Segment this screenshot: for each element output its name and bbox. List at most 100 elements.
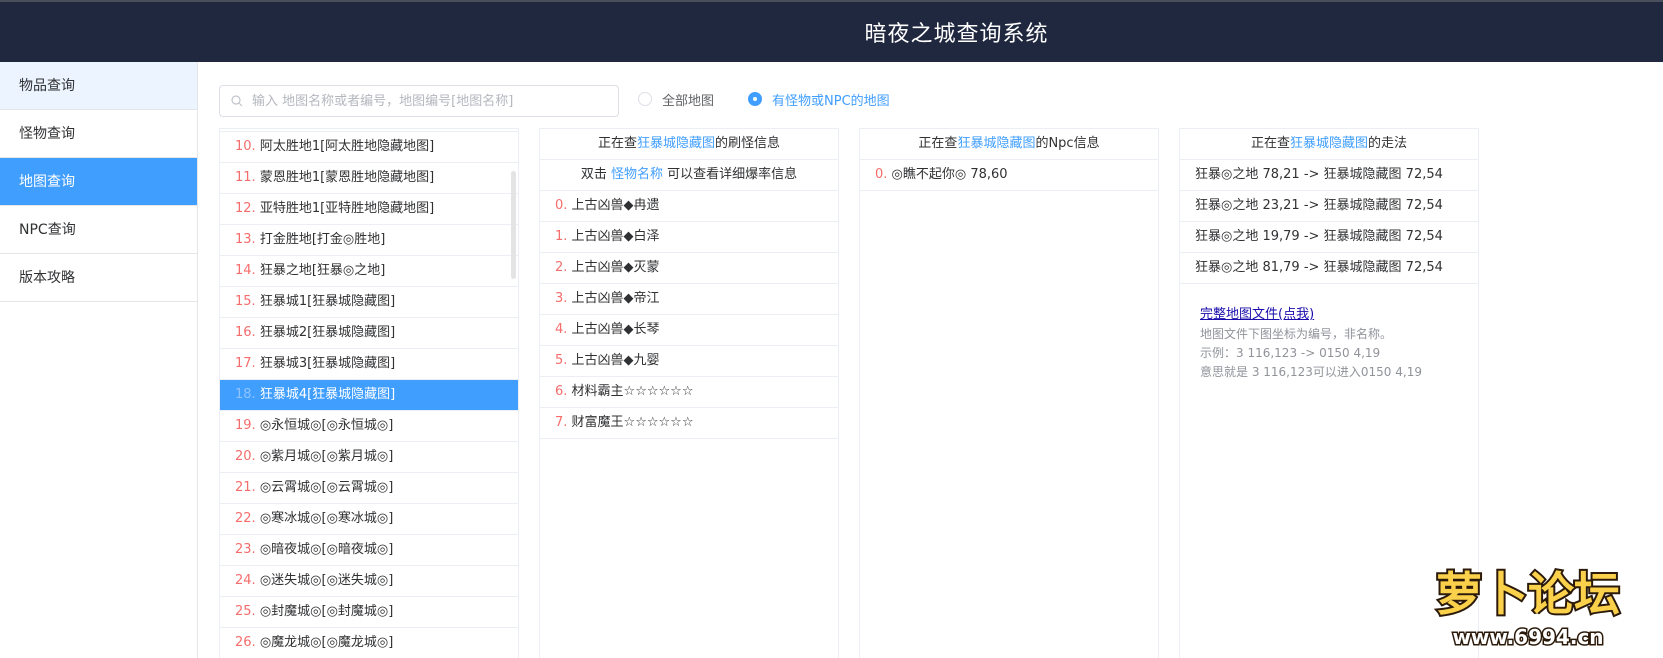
row-name: 狂暴城1[狂暴城隐藏图] xyxy=(259,294,396,309)
route-row: 狂暴◎之地 19,79 -> 狂暴城隐藏图 72,54 xyxy=(1180,222,1478,253)
map-list-item[interactable]: 19. ◎永恒城◎[◎永恒城◎] xyxy=(220,411,518,442)
radio-maps-with-monsters-npc-label: 有怪物或NPC的地图 xyxy=(772,93,890,109)
row-name: ◎云霄城◎[◎云霄城◎] xyxy=(259,480,394,495)
npc-info-panel: 正在查狂暴城隐藏图的Npc信息 0. ◎瞧不起你◎ 78,60 xyxy=(859,128,1159,658)
forum-watermark-logo: 萝卜论坛 www.6994.cn xyxy=(1408,552,1648,652)
search-icon xyxy=(231,95,243,107)
row-name: 上古凶兽◆长琴 xyxy=(571,322,660,337)
row-index-dot: . xyxy=(563,415,572,430)
sidebar-item-item-query[interactable]: 物品查询 xyxy=(0,62,197,110)
map-list-item[interactable]: 13. 打金胜地[打金◎胜地] xyxy=(220,225,518,256)
radio-all-maps-label: 全部地图 xyxy=(662,93,715,109)
map-list-item[interactable]: 25. ◎封魔城◎[◎封魔城◎] xyxy=(220,597,518,628)
svg-text:www.6994.cn: www.6994.cn xyxy=(1452,625,1603,649)
monster-row[interactable]: 0. 上古凶兽◆冉遗 xyxy=(540,191,838,222)
map-list-item[interactable]: 24. ◎迷失城◎[◎迷失城◎] xyxy=(220,566,518,597)
route-row: 狂暴◎之地 23,21 -> 狂暴城隐藏图 72,54 xyxy=(1180,191,1478,222)
sidebar-item-npc-query[interactable]: NPC查询 xyxy=(0,206,197,254)
row-index-number: 24 xyxy=(235,573,252,588)
row-index-number: 19 xyxy=(235,418,252,433)
route-row: 狂暴◎之地 78,21 -> 狂暴城隐藏图 72,54 xyxy=(1180,160,1478,191)
npc-panel-map-name: 狂暴城隐藏图 xyxy=(957,136,1036,151)
monster-row[interactable]: 4. 上古凶兽◆长琴 xyxy=(540,315,838,346)
row-name: 财富魔王☆☆☆☆☆☆ xyxy=(571,415,694,430)
monster-row[interactable]: 3. 上古凶兽◆帝江 xyxy=(540,284,838,315)
map-list-item[interactable]: 12. 亚特胜地1[亚特胜地隐藏地图] xyxy=(220,194,518,225)
row-name: 打金胜地[打金◎胜地] xyxy=(259,232,386,247)
npc-row[interactable]: 0. ◎瞧不起你◎ 78,60 xyxy=(860,160,1158,191)
map-list: 10. 阿太胜地1[阿太胜地隐藏地图] 11. 蒙恩胜地1[蒙恩胜地隐藏地图] 12… xyxy=(219,128,519,658)
row-name: ◎魔龙城◎[◎魔龙城◎] xyxy=(259,635,394,650)
route-row: 狂暴◎之地 81,79 -> 狂暴城隐藏图 72,54 xyxy=(1180,253,1478,284)
row-index-dot: . xyxy=(563,291,572,306)
map-list-item[interactable]: 17. 狂暴城3[狂暴城隐藏图] xyxy=(220,349,518,380)
map-list-item[interactable]: 22. ◎寒冰城◎[◎寒冰城◎] xyxy=(220,504,518,535)
monster-panel-hint: 双击 怪物名称 可以查看详细爆率信息 xyxy=(540,160,838,191)
row-index-dot: . xyxy=(251,170,260,185)
row-name: ◎寒冰城◎[◎寒冰城◎] xyxy=(259,511,394,526)
map-list-item[interactable]: 16. 狂暴城2[狂暴城隐藏图] xyxy=(220,318,518,349)
monster-row[interactable]: 1. 上古凶兽◆白泽 xyxy=(540,222,838,253)
row-index-dot: . xyxy=(251,604,260,619)
map-list-item[interactable]: 21. ◎云霄城◎[◎云霄城◎] xyxy=(220,473,518,504)
monster-panel-head-prefix: 正在查 xyxy=(597,136,637,151)
monster-hint-prefix: 双击 xyxy=(580,167,611,182)
map-list-item[interactable]: 18. 狂暴城4[狂暴城隐藏图] xyxy=(220,380,518,411)
row-index-number: 12 xyxy=(235,201,252,216)
radio-maps-with-monsters-npc[interactable]: 有怪物或NPC的地图 xyxy=(748,89,890,109)
note-line-1: 地图文件下图坐标为编号，非名称。 xyxy=(1200,327,1393,341)
row-index-number: 13 xyxy=(235,232,252,247)
sidebar-item-monster-query[interactable]: 怪物查询 xyxy=(0,110,197,158)
radio-all-maps[interactable]: 全部地图 xyxy=(638,89,714,109)
route-panel-head-suffix: 的走法 xyxy=(1368,136,1408,151)
row-index-number: 16 xyxy=(235,325,252,340)
row-index-dot: . xyxy=(251,480,260,495)
row-index-dot: . xyxy=(563,384,572,399)
map-list-item[interactable]: 23. ◎暗夜城◎[◎暗夜城◎] xyxy=(220,535,518,566)
row-index-dot: . xyxy=(251,418,260,433)
monster-row[interactable]: 6. 材料霸主☆☆☆☆☆☆ xyxy=(540,377,838,408)
row-name: 狂暴城2[狂暴城隐藏图] xyxy=(259,325,396,340)
row-index-number: 21 xyxy=(235,480,252,495)
row-index-number: 26 xyxy=(235,635,252,650)
row-index-dot: . xyxy=(251,325,260,340)
sidebar-nav: 物品查询 怪物查询 地图查询 NPC查询 版本攻略 xyxy=(0,62,198,658)
map-list-item[interactable]: 15. 狂暴城1[狂暴城隐藏图] xyxy=(220,287,518,318)
row-name: ◎紫月城◎[◎紫月城◎] xyxy=(259,449,394,464)
map-list-item[interactable]: 11. 蒙恩胜地1[蒙恩胜地隐藏地图] xyxy=(220,163,518,194)
sidebar-item-map-query[interactable]: 地图查询 xyxy=(0,158,197,206)
row-index-dot: . xyxy=(563,198,572,213)
monster-hint-link: 怪物名称 xyxy=(610,167,663,182)
map-list-item[interactable]: 14. 狂暴之地[狂暴◎之地] xyxy=(220,256,518,287)
map-list-scrollbar[interactable] xyxy=(511,171,516,279)
monster-row[interactable]: 2. 上古凶兽◆灭蒙 xyxy=(540,253,838,284)
map-search-box xyxy=(219,85,619,117)
row-name: 狂暴城4[狂暴城隐藏图] xyxy=(259,387,396,402)
row-name: 上古凶兽◆灭蒙 xyxy=(571,260,660,275)
row-index-dot: . xyxy=(883,167,892,182)
map-list-item[interactable]: 20. ◎紫月城◎[◎紫月城◎] xyxy=(220,442,518,473)
monster-panel-map-name: 狂暴城隐藏图 xyxy=(636,136,715,151)
row-index-dot: . xyxy=(563,260,572,275)
row-index-dot: . xyxy=(251,201,260,216)
row-name: ◎瞧不起你◎ 78,60 xyxy=(891,167,1008,182)
full-map-file-link[interactable]: 完整地图文件(点我) xyxy=(1200,305,1314,324)
row-index-dot: . xyxy=(251,573,260,588)
note-line-3: 意思就是 3 116,123可以进入0150 4,19 xyxy=(1200,365,1422,379)
monster-row[interactable]: 5. 上古凶兽◆九婴 xyxy=(540,346,838,377)
row-name: ◎永恒城◎[◎永恒城◎] xyxy=(259,418,394,433)
npc-panel-head-suffix: 的Npc信息 xyxy=(1035,136,1100,151)
row-name: ◎封魔城◎[◎封魔城◎] xyxy=(259,604,394,619)
row-index-number: 14 xyxy=(235,263,252,278)
monster-row[interactable]: 7. 财富魔王☆☆☆☆☆☆ xyxy=(540,408,838,439)
sidebar-item-version-guide[interactable]: 版本攻略 xyxy=(0,254,197,302)
row-index-number: 17 xyxy=(235,356,252,371)
note-line-2: 示例：3 116,123 -> 0150 4,19 xyxy=(1200,346,1381,360)
row-index-dot: . xyxy=(251,263,260,278)
row-index-dot: . xyxy=(251,294,260,309)
route-panel-head-prefix: 正在查 xyxy=(1250,136,1290,151)
map-search-input[interactable] xyxy=(252,86,612,116)
row-name: 上古凶兽◆冉遗 xyxy=(571,198,660,213)
map-list-item[interactable]: 10. 阿太胜地1[阿太胜地隐藏地图] xyxy=(220,132,518,163)
map-list-item[interactable]: 26. ◎魔龙城◎[◎魔龙城◎] xyxy=(220,628,518,658)
